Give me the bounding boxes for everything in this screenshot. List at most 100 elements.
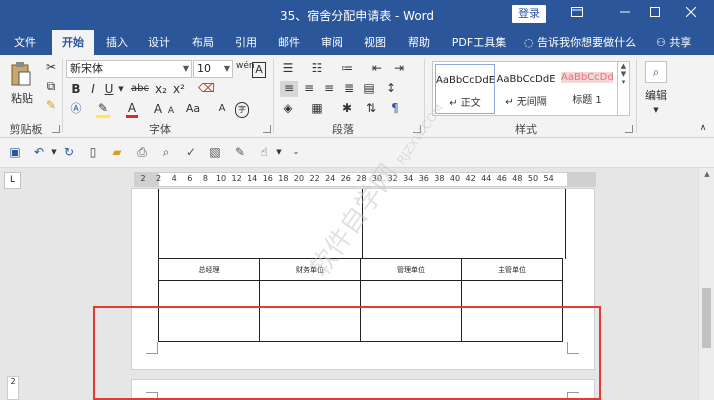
strikethrough-icon[interactable]: abc (130, 82, 150, 96)
editing-label[interactable]: 编辑 (642, 89, 670, 103)
vertical-ruler-number: 2 (7, 376, 19, 400)
close-icon[interactable] (676, 4, 706, 26)
tell-me-search[interactable]: ◌ 告诉我你想要做什么 (524, 30, 636, 55)
grow-font-icon[interactable]: A (152, 102, 164, 116)
underline-icon[interactable]: U (103, 82, 115, 96)
vertical-ruler-area (0, 168, 26, 400)
text-effects-icon[interactable]: Ⓐ (68, 102, 84, 116)
chevron-down-icon[interactable]: ▼ (117, 82, 125, 96)
font-size-select[interactable]: 10 ▼ (193, 60, 233, 78)
phonetic-icon[interactable]: A (215, 102, 229, 116)
tab-mailings[interactable]: 邮件 (270, 30, 308, 55)
person-icon: ⚇ (656, 36, 666, 49)
subscript-icon[interactable]: x₂ (154, 82, 168, 96)
font-name-value: 新宋体 (70, 62, 103, 75)
style-normal[interactable]: AaBbCcDdE ↵ 正文 (435, 64, 495, 114)
new-document-icon[interactable]: ▯ (85, 144, 101, 160)
shrink-font-icon[interactable]: A (166, 104, 176, 118)
align-right-icon[interactable]: ≡ (322, 81, 336, 95)
justify-icon[interactable]: ≣ (342, 81, 356, 95)
font-color-icon[interactable]: A (126, 101, 138, 118)
table-border-right (565, 189, 566, 259)
save-icon[interactable]: ▣ (7, 144, 23, 160)
table-header-row: 总经理 财务单位 管理单位 主管单位 (158, 258, 563, 281)
numbering-icon[interactable]: ☷ (310, 61, 324, 75)
font-name-select[interactable]: 新宋体 ▼ (66, 60, 192, 78)
tab-references[interactable]: 引用 (227, 30, 265, 55)
draw-table-icon[interactable]: ✎ (232, 144, 248, 160)
format-painter-icon[interactable]: ✎ (44, 98, 58, 112)
spelling-icon[interactable]: ✓ (183, 144, 199, 160)
customize-qat-icon[interactable]: ⌄ (288, 144, 304, 160)
superscript-icon[interactable]: x² (172, 82, 186, 96)
clear-formatting-icon[interactable]: ⌫ (198, 81, 215, 95)
shading-icon[interactable]: ◈ (280, 101, 296, 115)
show-marks-icon[interactable]: ¶ (388, 101, 402, 115)
bold-icon[interactable]: B (70, 82, 82, 96)
minimize-icon[interactable] (610, 4, 640, 26)
align-center-icon[interactable]: ≡ (302, 81, 316, 95)
copy-icon[interactable]: ⧉ (44, 79, 58, 93)
style-name: ↵ 无间隔 (505, 97, 547, 108)
vertical-scrollbar[interactable]: ▲ (698, 168, 714, 400)
login-button[interactable]: 登录 (512, 5, 546, 23)
enclose-characters-icon[interactable]: 字 (235, 102, 249, 118)
table-header-cell[interactable]: 主管单位 (461, 258, 563, 281)
touch-mode-icon[interactable]: ☝ (256, 144, 272, 160)
tab-file[interactable]: 文件 (6, 30, 44, 55)
tab-design[interactable]: 设计 (140, 30, 178, 55)
chevron-down-icon[interactable]: ▼ (650, 103, 662, 117)
paste-icon[interactable] (9, 61, 33, 87)
bullets-icon[interactable]: ☰ (281, 61, 295, 75)
cut-icon[interactable]: ✂ (44, 60, 58, 74)
change-case-icon[interactable]: Aa (184, 102, 202, 116)
style-no-spacing[interactable]: AaBbCcDdE ↵ 无间隔 (496, 64, 556, 114)
print-preview-icon[interactable]: ⌕ (158, 144, 174, 160)
chinese-layout-icon[interactable]: ✱ (340, 101, 354, 115)
redo-icon[interactable]: ↻ (61, 144, 77, 160)
font-color-glyph: A (127, 101, 137, 115)
highlight-icon[interactable]: ✎ (96, 101, 110, 118)
align-left-icon[interactable]: ≡ (280, 81, 298, 97)
print-icon[interactable]: ⎙ (134, 144, 150, 160)
distributed-icon[interactable]: ▤ (362, 81, 376, 95)
open-folder-icon[interactable]: ▰ (109, 144, 125, 160)
chevron-down-icon[interactable]: ▼ (271, 144, 287, 160)
clipboard-launcher-icon[interactable] (52, 125, 60, 133)
undo-icon[interactable]: ↶ (31, 144, 47, 160)
line-spacing-icon[interactable]: ↕ (384, 81, 398, 95)
phonetic-guide-icon[interactable]: wén (236, 62, 255, 71)
tab-help[interactable]: 帮助 (400, 30, 438, 55)
tab-review[interactable]: 审阅 (313, 30, 351, 55)
char-border-icon[interactable]: A (252, 62, 266, 78)
table-header-cell[interactable]: 管理单位 (360, 258, 462, 281)
ribbon-display-options-icon[interactable] (562, 4, 592, 26)
tab-selector[interactable]: L (4, 172, 21, 189)
italic-icon[interactable]: I (87, 82, 99, 96)
sort-icon[interactable]: ⇅ (364, 101, 378, 115)
read-mode-icon[interactable]: ▧ (207, 144, 223, 160)
table-header-cell[interactable]: 总经理 (158, 258, 260, 281)
increase-indent-icon[interactable]: ⇥ (392, 61, 406, 75)
tab-pdf-tools[interactable]: PDF工具集 (446, 30, 512, 55)
style-heading-1[interactable]: AaBbCcDd 标题 1 (557, 64, 617, 114)
scrollbar-thumb[interactable] (702, 288, 711, 348)
scroll-up-icon[interactable]: ▲ (699, 170, 714, 178)
styles-gallery-scroll[interactable]: ▲ ▼ ▾ (618, 61, 630, 116)
tab-view[interactable]: 视图 (356, 30, 394, 55)
multilevel-list-icon[interactable]: ≔ (340, 61, 354, 75)
tab-insert[interactable]: 插入 (98, 30, 136, 55)
chevron-down-icon[interactable]: ▼ (46, 144, 62, 160)
font-launcher-icon[interactable] (263, 125, 271, 133)
decrease-indent-icon[interactable]: ⇤ (370, 61, 384, 75)
styles-launcher-icon[interactable] (625, 125, 633, 133)
tab-home[interactable]: 开始 (52, 30, 94, 55)
share-button[interactable]: ⚇ 共享 (656, 30, 691, 55)
tab-layout[interactable]: 布局 (184, 30, 222, 55)
lightbulb-icon: ◌ (524, 36, 534, 49)
search-icon[interactable]: ⌕ (645, 61, 667, 83)
maximize-icon[interactable] (640, 4, 670, 26)
collapse-ribbon-icon[interactable]: ∧ (697, 121, 709, 135)
paste-button[interactable]: 粘贴 (9, 92, 35, 106)
borders-icon[interactable]: ▦ (310, 101, 324, 115)
